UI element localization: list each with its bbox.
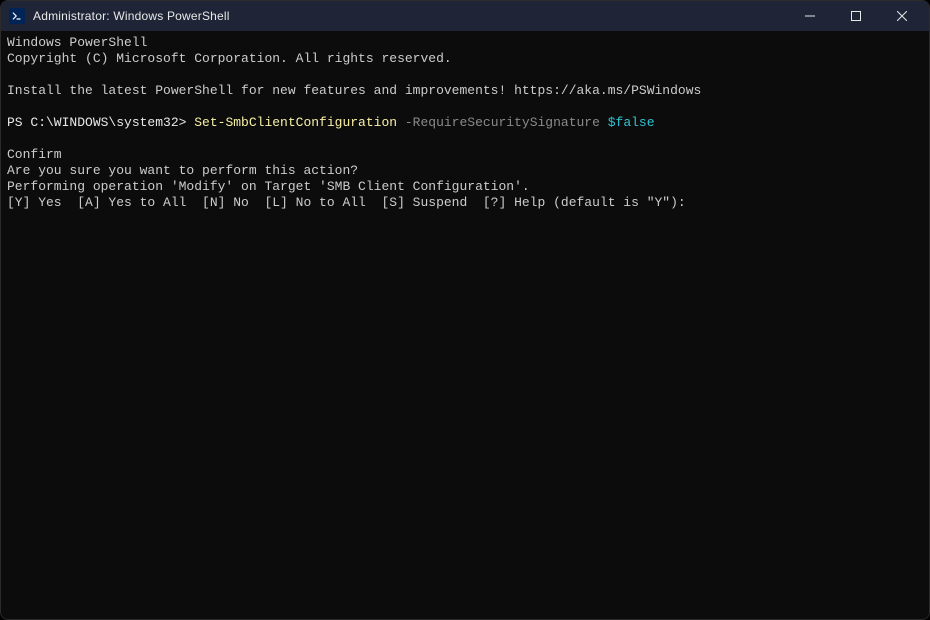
output-line: Windows PowerShell (7, 35, 923, 51)
output-line (7, 99, 923, 115)
confirm-operation: Performing operation 'Modify' on Target … (7, 179, 923, 195)
command-line: PS C:\WINDOWS\system32> Set-SmbClientCon… (7, 115, 923, 131)
window-controls (787, 1, 925, 31)
powershell-icon (9, 8, 25, 24)
titlebar[interactable]: Administrator: Windows PowerShell (1, 1, 929, 31)
param-text: -RequireSecuritySignature (397, 115, 608, 130)
confirm-header: Confirm (7, 147, 923, 163)
close-button[interactable] (879, 1, 925, 31)
output-line (7, 131, 923, 147)
output-line (7, 67, 923, 83)
output-line: Install the latest PowerShell for new fe… (7, 83, 923, 99)
value-text: $false (608, 115, 655, 130)
maximize-button[interactable] (833, 1, 879, 31)
window-title: Administrator: Windows PowerShell (33, 9, 787, 23)
command-text: Set-SmbClientConfiguration (194, 115, 397, 130)
minimize-button[interactable] (787, 1, 833, 31)
terminal-output[interactable]: Windows PowerShellCopyright (C) Microsof… (1, 31, 929, 619)
output-line: Copyright (C) Microsoft Corporation. All… (7, 51, 923, 67)
confirm-question: Are you sure you want to perform this ac… (7, 163, 923, 179)
powershell-window: Administrator: Windows PowerShell Window… (0, 0, 930, 620)
prompt-text: PS C:\WINDOWS\system32> (7, 115, 194, 130)
confirm-choices: [Y] Yes [A] Yes to All [N] No [L] No to … (7, 195, 923, 211)
